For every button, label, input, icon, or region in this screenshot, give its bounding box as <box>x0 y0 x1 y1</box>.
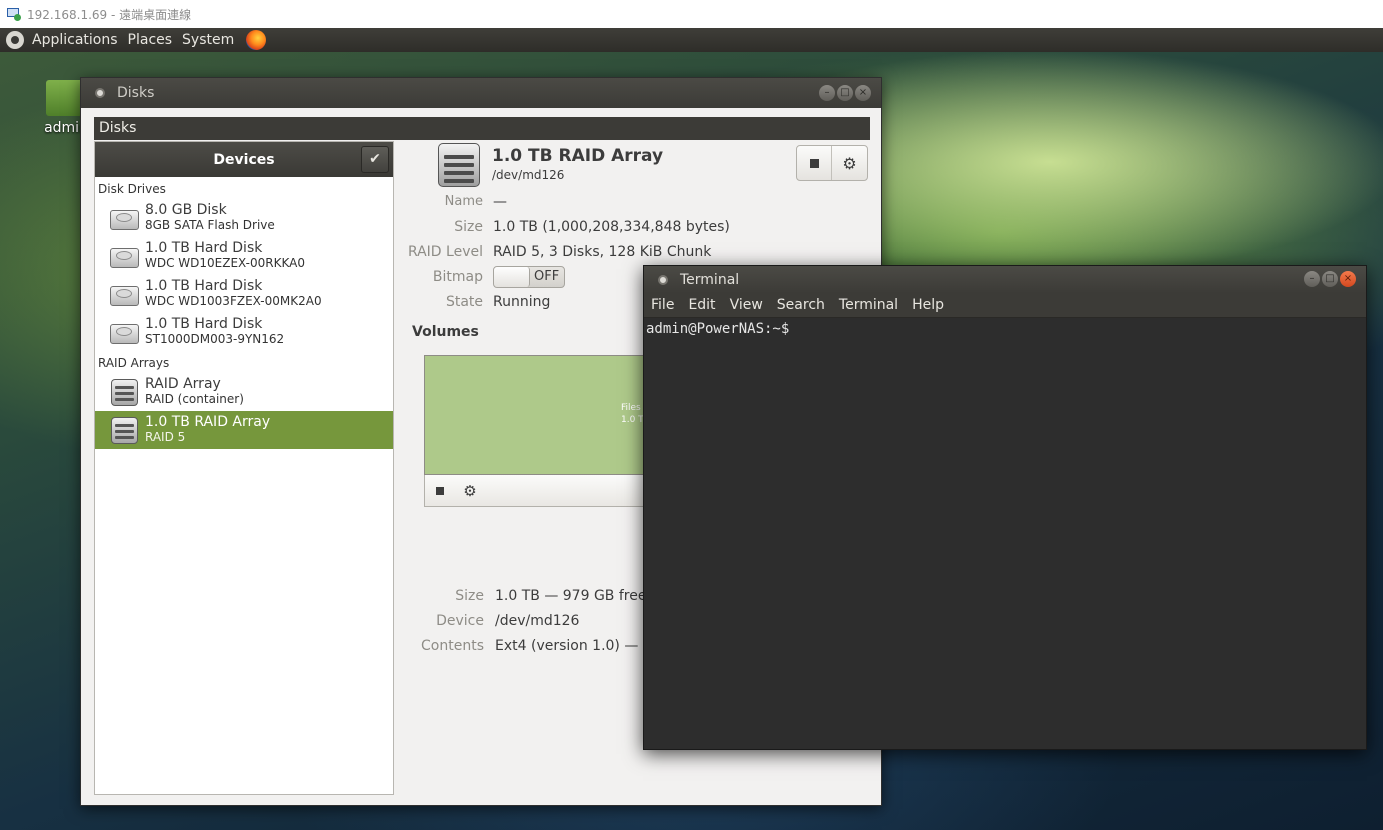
raid-arrays-section-label: RAID Arrays <box>98 356 170 370</box>
rdp-title-bar: 192.168.1.69 - 遠端桌面連線 <box>0 0 1383 28</box>
disks-window-title: Disks <box>117 85 155 101</box>
volume-map-size: 1.0 T <box>621 415 644 425</box>
maximize-button[interactable]: □ <box>1322 271 1338 287</box>
panel-places-menu[interactable]: Places <box>128 32 173 48</box>
device-item-disk-3[interactable]: 1.0 TB Hard Disk WDC WD1003FZEX-00MK2A0 <box>95 275 393 313</box>
name-value: — <box>493 194 507 210</box>
firefox-icon[interactable] <box>246 30 267 50</box>
stop-icon <box>436 486 444 495</box>
devices-title: Devices <box>213 151 275 168</box>
menu-terminal[interactable]: Terminal <box>839 297 898 313</box>
array-toolbar: ⚙ <box>796 145 868 181</box>
device-name: RAID Array <box>145 376 221 392</box>
device-name: 1.0 TB Hard Disk <box>145 240 263 256</box>
gears-icon: ⚙ <box>463 481 477 500</box>
ubuntu-logo-icon[interactable] <box>6 31 24 49</box>
name-label: Name <box>444 194 483 209</box>
close-button[interactable]: × <box>1340 271 1356 287</box>
panel-applications-menu[interactable]: Applications <box>32 32 118 48</box>
device-item-raid-container[interactable]: RAID Array RAID (container) <box>95 373 393 411</box>
terminal-titlebar[interactable]: Terminal – □ × <box>644 266 1366 293</box>
unmount-button[interactable] <box>425 486 455 495</box>
device-item-raid-array-selected[interactable]: 1.0 TB RAID Array RAID 5 <box>95 411 393 449</box>
state-label: State <box>445 294 483 310</box>
device-name: 1.0 TB Hard Disk <box>145 316 263 332</box>
device-model: 8GB SATA Flash Drive <box>145 218 275 232</box>
terminal-title: Terminal <box>680 271 740 288</box>
raid-level-value: RAID 5, 3 Disks, 128 KiB Chunk <box>493 244 712 260</box>
array-settings-button[interactable]: ⚙ <box>832 146 867 180</box>
checkmark-icon: ✔ <box>369 151 381 167</box>
bitmap-toggle[interactable]: OFF <box>493 266 565 288</box>
stop-array-button[interactable] <box>797 146 833 180</box>
volume-device-value: /dev/md126 <box>495 613 580 629</box>
volumes-heading: Volumes <box>412 324 479 340</box>
volume-size-label: Size <box>455 588 484 604</box>
device-model: WDC WD1003FZEX-00MK2A0 <box>145 294 322 308</box>
hard-disk-icon <box>109 280 140 308</box>
bitmap-toggle-state: OFF <box>534 269 560 284</box>
volume-size-value: 1.0 TB — 979 GB free (2 <box>495 588 666 604</box>
device-name: 8.0 GB Disk <box>145 202 227 218</box>
menu-file[interactable]: File <box>651 297 674 313</box>
partition-options-button[interactable]: ⚙ <box>455 482 485 500</box>
raid-level-label: RAID Level <box>407 244 483 260</box>
disk-drives-section-label: Disk Drives <box>98 182 166 196</box>
select-mode-button[interactable]: ✔ <box>361 146 389 173</box>
terminal-window: Terminal – □ × File Edit View Search Ter… <box>643 265 1367 750</box>
device-path: /dev/md126 <box>492 168 565 182</box>
device-name: 1.0 TB RAID Array <box>145 414 271 430</box>
device-model: ST1000DM003-9YN162 <box>145 332 285 346</box>
menu-help[interactable]: Help <box>912 297 944 313</box>
disks-header-bar: Disks <box>94 117 870 140</box>
maximize-button[interactable]: □ <box>837 85 853 101</box>
volume-contents-value: Ext4 (version 1.0) — M <box>495 638 655 654</box>
terminal-menubar: File Edit View Search Terminal Help <box>644 293 1366 318</box>
volume-map-label: Files <box>621 403 641 413</box>
menu-search[interactable]: Search <box>777 297 825 313</box>
raid-array-icon <box>109 415 140 445</box>
window-menu-icon[interactable] <box>95 88 105 98</box>
window-menu-icon[interactable] <box>658 274 668 285</box>
hard-disk-icon <box>109 204 140 232</box>
volume-contents-label: Contents <box>421 638 484 654</box>
device-model: RAID 5 <box>145 430 186 444</box>
device-item-disk-1[interactable]: 8.0 GB Disk 8GB SATA Flash Drive <box>95 199 393 237</box>
device-item-disk-2[interactable]: 1.0 TB Hard Disk WDC WD10EZEX-00RKKA0 <box>95 237 393 275</box>
device-name: 1.0 TB Hard Disk <box>145 278 263 294</box>
state-value: Running <box>493 294 551 310</box>
disks-titlebar[interactable]: Disks – □ × <box>81 78 881 108</box>
device-title: 1.0 TB RAID Array <box>492 146 664 166</box>
size-label: Size <box>454 219 483 235</box>
shell-prompt: admin@PowerNAS:~$ <box>646 321 790 337</box>
stop-icon <box>809 158 819 168</box>
raid-array-icon <box>109 377 140 407</box>
menu-view[interactable]: View <box>730 297 763 313</box>
hard-disk-icon <box>109 242 140 270</box>
devices-header: Devices ✔ <box>95 142 393 177</box>
menu-edit[interactable]: Edit <box>688 297 715 313</box>
top-panel: Applications Places System <box>0 28 1383 52</box>
bitmap-label: Bitmap <box>432 269 483 285</box>
minimize-button[interactable]: – <box>819 85 835 101</box>
hard-disk-icon <box>109 318 140 346</box>
device-model: RAID (container) <box>145 392 244 406</box>
rdp-title: 192.168.1.69 - 遠端桌面連線 <box>27 7 192 22</box>
device-model: WDC WD10EZEX-00RKKA0 <box>145 256 305 270</box>
devices-sidebar: Devices ✔ Disk Drives 8.0 GB Disk 8GB SA… <box>94 141 394 795</box>
raid-array-large-icon <box>436 143 482 189</box>
panel-system-menu[interactable]: System <box>182 32 234 48</box>
close-button[interactable]: × <box>855 85 871 101</box>
gear-icon: ⚙ <box>842 153 857 173</box>
minimize-button[interactable]: – <box>1304 271 1320 287</box>
toggle-knob <box>494 267 530 287</box>
size-value: 1.0 TB (1,000,208,334,848 bytes) <box>493 219 730 235</box>
volume-device-label: Device <box>436 613 484 629</box>
terminal-output[interactable]: admin@PowerNAS:~$ <box>644 318 1366 340</box>
remote-desktop-icon <box>6 7 22 21</box>
device-item-disk-4[interactable]: 1.0 TB Hard Disk ST1000DM003-9YN162 <box>95 313 393 351</box>
